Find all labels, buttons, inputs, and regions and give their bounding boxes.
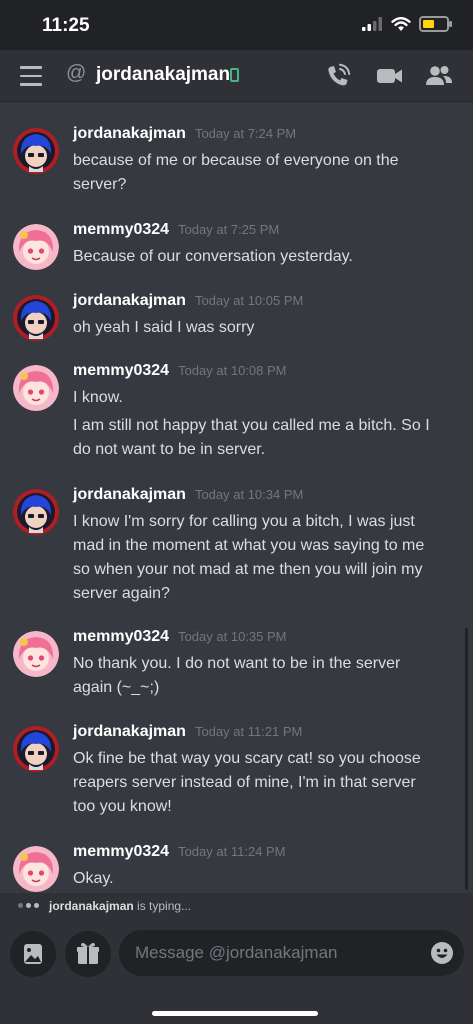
image-icon (24, 944, 42, 964)
message-text: so when your not mad at me then you will… (73, 561, 423, 578)
message-timestamp: Today at 10:05 PM (194, 293, 304, 308)
message-input[interactable] (135, 930, 415, 976)
message-composer (0, 919, 473, 1024)
message-text: server again? (73, 585, 170, 602)
message-text: again (~_~;) (73, 679, 160, 696)
message-author[interactable]: jordanakajman Today at 10:05 PM (73, 292, 303, 310)
pink-hair-avatar[interactable] (13, 224, 59, 270)
message-text: reapers server instead of mine, I'm in t… (73, 774, 416, 791)
message-text: too you know! (73, 798, 172, 815)
message-timestamp: Today at 7:24 PM (194, 126, 297, 141)
message-text: Okay. (73, 870, 114, 887)
typing-user: jordanakajman (49, 899, 134, 913)
message-author[interactable]: memmy0324 Today at 10:35 PM (73, 628, 286, 646)
message-text: I know. (73, 389, 123, 406)
blue-hair-avatar[interactable] (13, 726, 59, 772)
emoji-icon[interactable] (430, 941, 454, 965)
message-text: Because of our conversation yesterday. (73, 248, 353, 265)
hamburger-icon-line (20, 66, 42, 69)
blue-hair-avatar[interactable] (13, 489, 59, 535)
pink-hair-avatar[interactable] (13, 846, 59, 892)
image-upload-button[interactable] (10, 931, 56, 977)
gift-button[interactable] (65, 931, 111, 977)
home-indicator[interactable] (152, 1011, 318, 1016)
typing-text: jordanakajman is typing... (49, 899, 191, 913)
message-text: do not want to be in server. (73, 441, 266, 458)
dm-title[interactable]: jordanakajman (96, 64, 230, 86)
message-list[interactable]: jordanakajman Today at 7:24 PM because of … (0, 103, 473, 893)
message-author[interactable]: memmy0324 Today at 10:08 PM (73, 362, 286, 380)
typing-suffix: is typing... (133, 899, 192, 913)
message-author[interactable]: memmy0324 Today at 11:24 PM (73, 843, 286, 861)
wifi-icon (391, 16, 411, 31)
mobile-online-icon (230, 68, 239, 82)
message-timestamp: Today at 11:21 PM (194, 724, 303, 739)
status-bar: 11:25 (0, 0, 473, 50)
message-text: No thank you. I do not want to be in the… (73, 655, 401, 672)
message-timestamp: Today at 11:24 PM (178, 844, 286, 859)
message-text: server? (73, 176, 127, 193)
message-text: I know I'm sorry for calling you a bitch… (73, 513, 415, 530)
message-text: mad in the moment at what you was saying… (73, 537, 425, 554)
message-timestamp: Today at 7:25 PM (178, 222, 280, 237)
battery-level (423, 20, 434, 28)
message-timestamp: Today at 10:34 PM (194, 487, 304, 502)
pink-hair-avatar[interactable] (13, 631, 59, 677)
blue-hair-avatar[interactable] (13, 295, 59, 341)
message-text: I am still not happy that you called me … (73, 417, 430, 434)
message-text: because of me or because of everyone on … (73, 152, 399, 169)
battery-icon (419, 16, 452, 32)
typing-indicator: jordanakajman is typing... (0, 893, 473, 919)
status-icons (361, 16, 452, 32)
message-author[interactable]: memmy0324 Today at 7:25 PM (73, 221, 279, 239)
pink-hair-avatar[interactable] (13, 365, 59, 411)
gift-icon (77, 942, 99, 964)
scrollbar[interactable] (465, 628, 468, 890)
message-timestamp: Today at 10:08 PM (178, 363, 287, 378)
menu-button[interactable] (20, 66, 44, 86)
cellular-signal-icon (362, 17, 382, 31)
status-time: 11:25 (42, 15, 90, 36)
message-input-box[interactable] (119, 930, 464, 976)
voice-call-icon[interactable] (325, 63, 353, 89)
hamburger-icon-line (20, 83, 42, 86)
at-icon: @ (66, 62, 87, 84)
video-call-icon[interactable] (376, 63, 404, 89)
members-icon[interactable] (425, 63, 453, 89)
message-text: oh yeah I said I was sorry (73, 319, 255, 336)
message-author[interactable]: jordanakajman Today at 7:24 PM (73, 125, 296, 143)
dm-header: @ jordanakajman (0, 50, 473, 102)
typing-dots-icon (18, 903, 39, 908)
message-text: Ok fine be that way you scary cat! so yo… (73, 750, 421, 767)
message-author[interactable]: jordanakajman Today at 10:34 PM (73, 486, 303, 504)
blue-hair-avatar[interactable] (13, 128, 59, 174)
message-timestamp: Today at 10:35 PM (178, 629, 287, 644)
message-author[interactable]: jordanakajman Today at 11:21 PM (73, 723, 302, 741)
hamburger-icon-line (20, 74, 42, 77)
